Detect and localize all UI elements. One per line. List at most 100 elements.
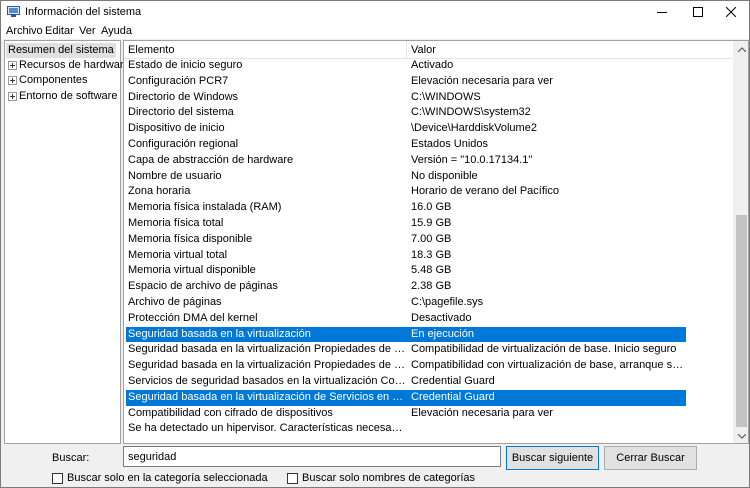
table-row[interactable]: Dispositivo de inicio \Device\HarddiskVol…	[126, 121, 734, 137]
table-row[interactable]: Configuración PCR7 Elevación necesaria pa…	[126, 74, 734, 90]
table-row[interactable]: Compatibilidad con cifrado de dispositiv…	[126, 406, 734, 422]
row-value-cell: C:\WINDOWS	[411, 90, 481, 103]
menu-editar[interactable]: Editar	[45, 25, 74, 37]
maximize-button[interactable]	[680, 1, 716, 23]
list-rows: Estado de inicio seguro Activado Configura…	[126, 58, 734, 437]
row-item-cell: Memoria virtual total	[128, 248, 228, 261]
checkbox-box[interactable]	[287, 472, 298, 484]
table-row[interactable]: Memoria virtual total 18.3 GB	[126, 248, 734, 264]
tree-item-label: Componentes	[19, 74, 88, 86]
column-header-valor[interactable]: Valor	[411, 44, 436, 56]
list-header: Elemento Valor	[124, 41, 734, 59]
chevron-up-icon	[737, 43, 746, 55]
maximize-icon	[693, 7, 703, 17]
checkbox-box[interactable]	[52, 472, 63, 484]
table-row[interactable]: Archivo de páginas C:\pagefile.sys	[126, 295, 734, 311]
table-row[interactable]: Se ha detectado un hipervisor. Caracterí…	[126, 421, 734, 437]
menu-archivo[interactable]: Archivo	[6, 25, 43, 37]
scrollbar-thumb[interactable]	[736, 215, 747, 427]
close-find-button[interactable]: Cerrar Buscar	[604, 446, 697, 470]
vertical-scrollbar[interactable]	[733, 41, 748, 443]
row-value-cell: Elevación necesaria para ver	[411, 406, 553, 419]
table-row[interactable]: Directorio del sistema C:\WINDOWS\system3…	[126, 105, 734, 121]
tree-item-label: Resumen del sistema	[8, 44, 114, 56]
row-item-cell: Memoria física total	[128, 216, 224, 229]
menu-ver[interactable]: Ver	[79, 25, 96, 37]
table-row[interactable]: Capa de abstracción de hardware Versión =…	[126, 153, 734, 169]
table-row[interactable]: Nombre de usuario No disponible	[126, 169, 734, 185]
expand-icon[interactable]	[8, 76, 17, 85]
row-item-cell: Nombre de usuario	[128, 169, 222, 182]
row-value-cell: Compatibilidad de virtualización de base…	[411, 343, 677, 356]
row-value-cell: 18.3 GB	[411, 248, 452, 261]
column-header-elemento[interactable]: Elemento	[128, 44, 174, 56]
row-item-cell: Directorio del sistema	[128, 106, 234, 119]
column-divider[interactable]	[406, 41, 407, 59]
minimize-button[interactable]	[644, 1, 680, 23]
row-item-cell: Configuración PCR7	[128, 74, 229, 87]
row-item-cell: Estado de inicio seguro	[128, 59, 243, 71]
expand-icon[interactable]	[8, 92, 17, 101]
row-value-cell: 15.9 GB	[411, 216, 452, 229]
search-category-names-checkbox[interactable]: Buscar solo nombres de categorías	[287, 471, 475, 485]
row-item-cell: Archivo de páginas	[128, 295, 222, 308]
close-button[interactable]	[713, 1, 749, 23]
scroll-up-button[interactable]	[734, 41, 748, 56]
tree-item-label: Entorno de software	[19, 90, 118, 102]
row-item-cell: Memoria virtual disponible	[128, 264, 256, 277]
table-row[interactable]: Seguridad basada en la virtualización Pr…	[126, 358, 734, 374]
table-row[interactable]: Memoria física total 15.9 GB	[126, 216, 734, 232]
row-item-cell: Compatibilidad con cifrado de dispositiv…	[128, 406, 333, 419]
row-value-cell: Horario de verano del Pacífico	[411, 185, 559, 198]
row-item-cell: Configuración regional	[128, 137, 239, 150]
checkbox-label: Buscar solo nombres de categorías	[302, 472, 476, 484]
row-value-cell: 5.48 GB	[411, 264, 452, 277]
table-row[interactable]: Seguridad basada en la virtualización Pr…	[126, 342, 734, 358]
row-item-cell: Directorio de Windows	[128, 90, 239, 103]
table-row[interactable]: Espacio de archivo de páginas 2.38 GB	[126, 279, 734, 295]
category-tree[interactable]: Resumen del sistema Recursos de hardware…	[4, 40, 130, 444]
search-selected-category-checkbox[interactable]: Buscar solo en la categoría seleccionada	[52, 471, 268, 485]
menu-ayuda[interactable]: Ayuda	[101, 25, 132, 37]
system-information-icon	[7, 6, 20, 18]
row-item-cell: Seguridad basada en la virtualización Pr…	[128, 359, 406, 372]
chevron-down-icon	[737, 430, 746, 442]
row-value-cell: Activado	[411, 59, 454, 71]
table-row[interactable]: Protección DMA del kernel Desactivado	[126, 311, 734, 327]
table-row[interactable]: Memoria virtual disponible 5.48 GB	[126, 263, 734, 279]
title-bar[interactable]: Información del sistema	[1, 1, 749, 23]
table-row[interactable]: Memoria física disponible 7.00 GB	[126, 232, 734, 248]
tree-item-system-summary[interactable]: Resumen del sistema	[6, 43, 116, 58]
row-item-cell: Capa de abstracción de hardware	[128, 153, 294, 166]
table-row[interactable]: Seguridad basada en la virtualización de…	[126, 389, 686, 406]
table-row[interactable]: Estado de inicio seguro Activado	[126, 58, 734, 74]
row-value-cell: Compatibilidad con virtualización de bas…	[411, 359, 686, 372]
row-item-cell: Seguridad basada en la virtualización de…	[128, 390, 406, 403]
row-item-cell: Se ha detectado un hipervisor. Caracterí…	[128, 422, 406, 435]
table-row[interactable]: Servicios de seguridad basados en la vir…	[126, 374, 734, 390]
table-row[interactable]: Seguridad basada en la virtualización En …	[126, 326, 686, 343]
row-item-cell: Espacio de archivo de páginas	[128, 280, 278, 293]
details-list[interactable]: Elemento Valor Estado de inicio seguro Ac…	[123, 40, 749, 444]
row-value-cell: Desactivado	[411, 311, 472, 324]
row-value-cell: 16.0 GB	[411, 201, 452, 214]
row-value-cell: C:\pagefile.sys	[411, 295, 484, 308]
search-input[interactable]	[123, 446, 501, 467]
find-next-button[interactable]: Buscar siguiente	[506, 446, 599, 470]
tree-item-label: Recursos de hardware	[19, 59, 130, 71]
row-value-cell: En ejecución	[411, 327, 474, 340]
scroll-down-button[interactable]	[734, 428, 748, 443]
table-row[interactable]: Directorio de Windows C:\WINDOWS	[126, 90, 734, 106]
close-icon	[726, 7, 736, 17]
row-item-cell: Zona horaria	[128, 185, 191, 198]
row-value-cell: 2.38 GB	[411, 280, 452, 293]
table-row[interactable]: Configuración regional Estados Unidos	[126, 137, 734, 153]
table-row[interactable]: Memoria física instalada (RAM) 16.0 GB	[126, 200, 734, 216]
row-value-cell: C:\WINDOWS\system32	[411, 106, 531, 119]
system-information-window: Información del sistema Archivo Editar V…	[0, 0, 750, 488]
row-value-cell: Credential Guard	[411, 374, 495, 387]
table-row[interactable]: Zona horaria Horario de verano del Pacífi…	[126, 184, 734, 200]
checkbox-label: Buscar solo en la categoría seleccionada	[67, 472, 268, 484]
expand-icon[interactable]	[8, 61, 17, 70]
row-item-cell: Protección DMA del kernel	[128, 311, 258, 324]
